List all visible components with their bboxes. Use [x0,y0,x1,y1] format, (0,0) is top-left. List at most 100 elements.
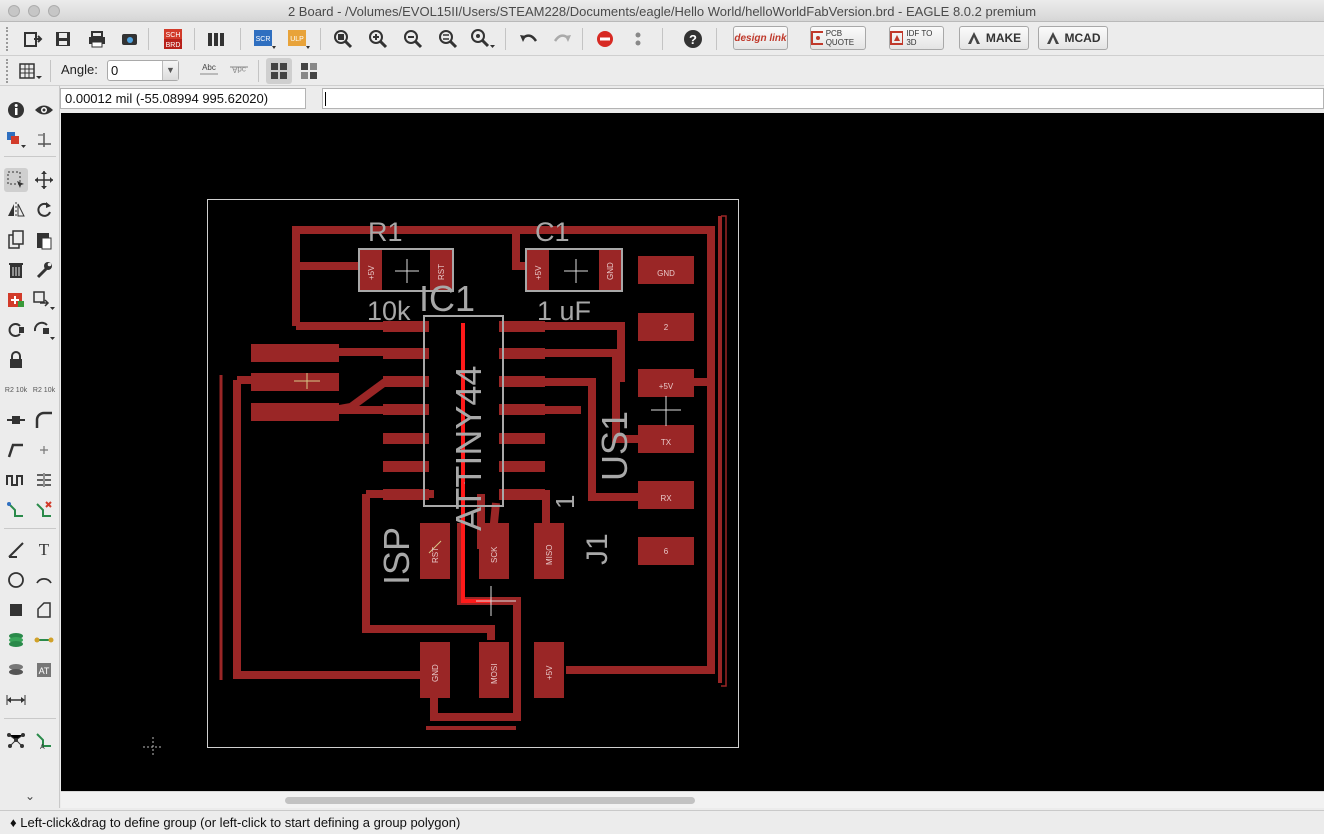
svg-text:Abc: Abc [232,65,246,74]
info-icon[interactable] [4,98,28,122]
signal-icon[interactable] [32,628,56,652]
paste-icon[interactable] [32,228,56,252]
svg-text:ULP: ULP [290,36,304,43]
text-align-icon[interactable]: Abc [196,58,222,84]
show-eye-icon[interactable] [32,98,56,122]
layer-settings-icon[interactable] [4,128,28,152]
save-icon[interactable] [50,26,76,52]
change-wrench-icon[interactable] [32,258,56,282]
zoom-fit-icon[interactable] [330,26,356,52]
miter-icon[interactable] [32,408,56,432]
us1-name-label: US1 [594,411,635,481]
angle-select[interactable]: 0 ▼ [107,60,179,81]
ripup-icon[interactable] [32,498,56,522]
copy-icon[interactable] [4,228,28,252]
value-tool-icon[interactable]: R2 10k [32,378,56,402]
arc-icon[interactable] [32,568,56,592]
design-link-button[interactable]: design link [733,26,788,50]
route-icon[interactable] [4,498,28,522]
layout-split-icon[interactable] [266,58,292,84]
delete-icon[interactable] [4,258,28,282]
ratsnest-icon[interactable] [4,728,28,752]
pad-label: RX [660,494,672,503]
zoom-area-icon[interactable] [470,26,496,52]
svg-text:SCH: SCH [166,32,181,39]
svg-text:AT: AT [39,666,50,676]
split-icon[interactable] [4,408,28,432]
zoom-redraw-icon[interactable] [435,26,461,52]
circle-icon[interactable] [4,568,28,592]
horizontal-scrollbar[interactable] [61,791,1324,808]
pcb-quote-button[interactable]: PCB QUOTE [810,26,866,50]
idf-to-3d-button[interactable]: IDF TO 3D [889,26,944,50]
svg-text:SCR: SCR [256,36,271,43]
pad-label: GND [657,269,675,278]
smash-icon[interactable] [32,318,56,342]
name-tool-icon[interactable]: R2 10k [4,378,28,402]
autorouter-icon[interactable]: A [32,728,56,752]
rotate-icon[interactable] [32,198,56,222]
pad-label: +5V [367,265,376,280]
angle-label: Angle: [61,62,98,77]
scrollbar-thumb[interactable] [285,797,695,804]
dimension-icon[interactable] [4,688,28,712]
swap-icon[interactable] [4,318,28,342]
pad-label: RST [437,264,446,280]
chevron-down-icon[interactable]: ⌄ [18,784,42,808]
layout-quad-icon[interactable] [296,58,322,84]
lock-icon[interactable] [4,348,28,372]
attribute-icon[interactable]: AT [32,658,56,682]
mcad-label: MCAD [1064,31,1101,45]
text-mirror-icon[interactable]: Abc [226,58,252,84]
window-title: 2 Board - /Volumes/EVOL15II/Users/STEAM2… [287,4,1037,19]
pad-label: 6 [664,547,669,556]
r1-name-label: R1 [368,217,403,247]
hole-icon[interactable] [4,658,28,682]
make-button[interactable]: MAKE [959,26,1029,50]
move-sub-icon[interactable] [32,438,56,462]
isp-name-label: ISP [376,527,417,585]
chevron-down-icon[interactable]: ▼ [162,61,178,80]
group-select-icon[interactable] [4,168,28,192]
add-part-icon[interactable] [4,288,28,312]
title-bar: 2 Board - /Volumes/EVOL15II/Users/STEAM2… [0,0,1324,22]
slice-icon[interactable] [32,468,56,492]
redo-icon[interactable] [550,26,576,52]
sch-brd-switch-icon[interactable]: SCH BRD [160,26,186,52]
command-line-input[interactable] [322,88,1324,109]
library-icon[interactable] [204,26,230,52]
cam-processor-icon[interactable] [117,26,143,52]
idf-label: IDF TO 3D [906,29,933,47]
meander-icon[interactable] [4,468,28,492]
pad-label: +5V [545,665,554,680]
via-icon[interactable] [4,628,28,652]
open-icon[interactable] [20,26,46,52]
zoom-out-icon[interactable] [400,26,426,52]
pad-label: +5V [534,265,543,280]
pad-label: GND [606,262,615,280]
mirror-icon[interactable] [4,198,28,222]
ulp-icon[interactable]: ULP [286,26,312,52]
board-canvas[interactable]: R1 10k C1 1 uF IC1 ATTINY44 US1 ISP J1 1… [61,113,1324,791]
go-icon[interactable] [625,26,651,52]
c1-name-label: C1 [535,217,570,247]
polygon-icon[interactable] [32,598,56,622]
grid-icon[interactable] [18,58,44,84]
zoom-in-icon[interactable] [365,26,391,52]
move-icon[interactable] [32,168,56,192]
pad-label: GND [431,664,440,682]
help-icon[interactable]: ? [680,26,706,52]
mark-icon[interactable] [32,128,56,152]
rect-icon[interactable] [4,598,28,622]
mcad-button[interactable]: MCAD [1038,26,1108,50]
script-icon[interactable]: SCR [252,26,278,52]
svg-text:?: ? [689,32,697,47]
pad-label: SCK [490,546,499,563]
text-tool-icon[interactable]: T [32,538,56,562]
optimize-icon[interactable] [4,438,28,462]
stop-icon[interactable] [592,26,618,52]
replace-icon[interactable] [32,288,56,312]
print-icon[interactable] [84,26,110,52]
line-icon[interactable] [4,538,28,562]
undo-icon[interactable] [515,26,541,52]
